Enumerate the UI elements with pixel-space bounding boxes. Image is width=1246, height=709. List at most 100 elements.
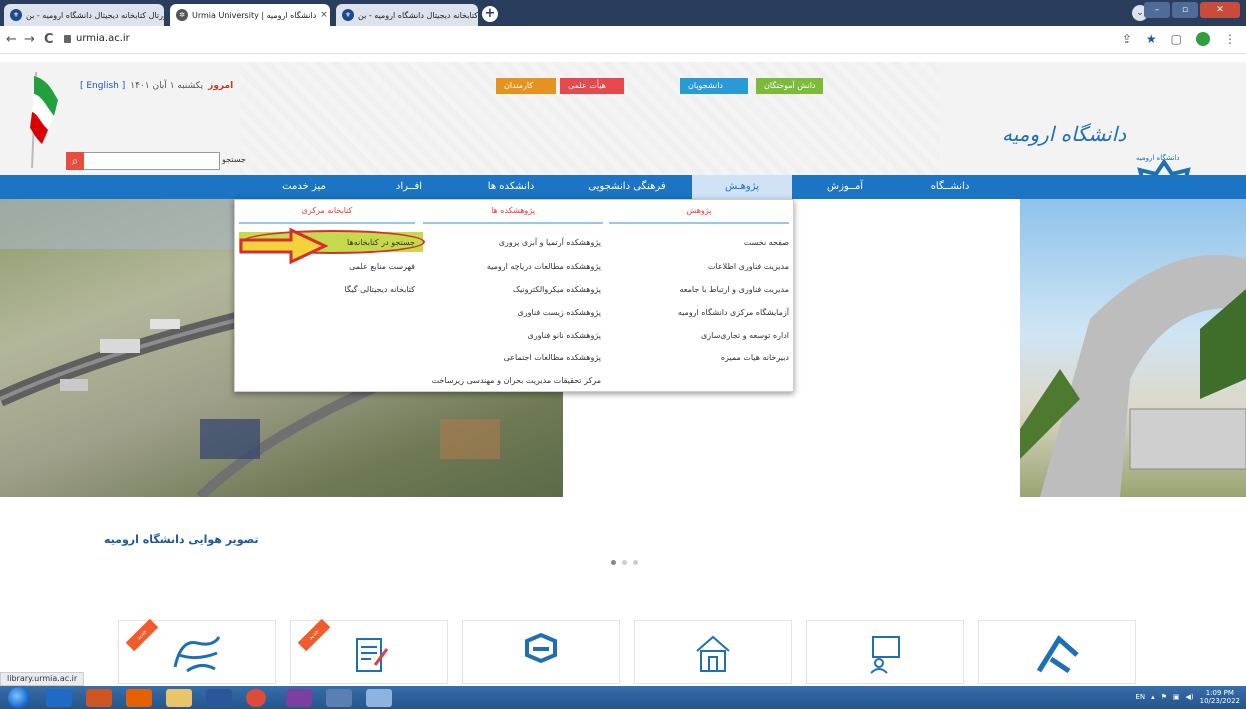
top-link-students[interactable]: دانشجویان — [680, 78, 748, 94]
library-search-link[interactable]: جستجو در کتابخانه‌ها — [347, 238, 415, 247]
slider-dot[interactable] — [611, 560, 616, 565]
firefox-icon[interactable] — [126, 689, 152, 707]
clock[interactable]: 1:09 PM 10/23/2022 — [1200, 689, 1240, 705]
tab-title: پورتال کتابخانه دیجیتال دانشگاه ارومیه -… — [358, 10, 478, 20]
dropdown-column-research: پژوهش صفحه نخست مدیریت فناوری اطلاعات مد… — [607, 200, 795, 385]
address-bar-row: ← → C urmia.ac.ir ⇪ ★ ▢ ⋮ — [0, 26, 1246, 54]
language-indicator[interactable]: EN — [1135, 693, 1145, 701]
search-input[interactable] — [66, 152, 220, 170]
dropdown-item[interactable]: کتابخانه دیجیتالی گیگا — [345, 285, 416, 294]
photoshop-icon[interactable] — [286, 689, 312, 707]
nav-research[interactable]: پژوهـش — [692, 175, 792, 199]
chrome-icon[interactable] — [246, 689, 266, 707]
research-dropdown-menu: پژوهش صفحه نخست مدیریت فناوری اطلاعات مد… — [234, 199, 794, 392]
service-card[interactable] — [978, 620, 1136, 684]
url-field[interactable]: urmia.ac.ir — [64, 33, 130, 44]
main-nav: دانشــگاه آمــوزش پژوهـش فرهنگی دانشجویی… — [0, 175, 1246, 199]
volume-icon[interactable]: ◀) — [1186, 693, 1194, 701]
nav-university[interactable]: دانشــگاه — [900, 175, 1000, 199]
dropdown-item[interactable]: آزمایشگاه مرکزی دانشگاه ارومیه — [678, 308, 789, 317]
lock-icon — [64, 34, 71, 43]
nav-faculties[interactable]: دانشکده ها — [466, 175, 556, 199]
service-card[interactable] — [634, 620, 792, 684]
urmia-university-logo-icon[interactable] — [1128, 160, 1200, 175]
dropdown-item[interactable]: مدیریت فناوری و ارتباط با جامعه — [680, 285, 790, 294]
tab-title: پورتال کتابخانه دیجیتال دانشگاه ارومیه -… — [26, 10, 164, 20]
dropdown-item[interactable]: پژوهشکده زیست فناوری — [518, 308, 602, 317]
menu-kebab-icon[interactable]: ⋮ — [1224, 32, 1236, 46]
tray-arrow-icon[interactable]: ▴ — [1151, 693, 1155, 701]
close-window-icon[interactable]: ✕ — [1200, 2, 1240, 18]
nav-people[interactable]: افــراد — [364, 175, 454, 199]
dropdown-item[interactable]: پژوهشکده مطالعات اجتماعی — [504, 353, 601, 362]
university-gate-image — [1020, 199, 1246, 497]
profile-avatar[interactable] — [1196, 32, 1210, 46]
dropdown-item[interactable]: مرکز تحقیقات مدیریت بحران و مهندسی زیرسا… — [432, 376, 601, 385]
flag-icon[interactable]: ⚑ — [1161, 693, 1167, 701]
word-icon[interactable] — [206, 689, 232, 707]
dropdown-item[interactable]: صفحه نخست — [744, 238, 789, 247]
tab-title: Urmia University | دانشگاه ارومیه — [192, 10, 317, 20]
site-header: امروز یکشنبه ۱ آبان ۱۴۰۱ [ English ] دان… — [0, 62, 1246, 175]
internet-explorer-icon[interactable] — [46, 689, 72, 707]
network-icon[interactable]: ▣ — [1173, 693, 1180, 701]
browser-tab-strip: ⚜ پورتال کتابخانه دیجیتال دانشگاه ارومیه… — [0, 0, 1246, 26]
column-title[interactable]: پژوهشکده ها — [423, 206, 603, 224]
media-player-icon[interactable] — [86, 689, 112, 707]
nav-student-culture[interactable]: فرهنگی دانشجویی — [570, 175, 684, 199]
windows-start-icon[interactable] — [8, 687, 30, 709]
url-text: urmia.ac.ir — [76, 33, 130, 44]
browser-tab-1[interactable]: ⚜ پورتال کتابخانه دیجیتال دانشگاه ارومیه… — [4, 4, 164, 26]
top-link-staff[interactable]: کارمندان — [496, 78, 556, 94]
share-icon[interactable]: ⇪ — [1122, 32, 1132, 46]
slider-dot[interactable] — [622, 560, 627, 565]
slide-caption: تصویر هوایی دانشگاه ارومیه — [104, 533, 259, 546]
service-card[interactable]: جدید — [290, 618, 448, 684]
browser-tab-2[interactable]: ✲ Urmia University | دانشگاه ارومیه × — [170, 4, 330, 26]
dropdown-item[interactable]: اداره توسعه و تجاری‌سازی — [701, 331, 789, 340]
dropdown-item[interactable]: پژوهشکده میکروالکترونیک — [513, 285, 601, 294]
today-date: امروز یکشنبه ۱ آبان ۱۴۰۱ [ English ] — [80, 81, 233, 91]
new-badge: جدید — [125, 618, 159, 652]
dropdown-item[interactable]: پژوهشکده مطالعات دریاچه ارومیه — [487, 262, 601, 271]
dropdown-item[interactable]: دبیرخانه هیات ممیزه — [721, 353, 789, 362]
maximize-icon[interactable]: ▫ — [1172, 2, 1198, 18]
browser-tab-3[interactable]: ⚜ پورتال کتابخانه دیجیتال دانشگاه ارومیه… — [336, 4, 478, 26]
minimize-icon[interactable]: – — [1144, 2, 1170, 18]
reload-icon[interactable]: C — [44, 32, 54, 47]
slider-dot[interactable] — [633, 560, 638, 565]
back-icon[interactable]: ← — [6, 32, 17, 47]
paint-icon[interactable] — [326, 689, 352, 707]
window-controls: – ▫ ✕ — [1144, 2, 1240, 20]
clock-date: 10/23/2022 — [1199, 697, 1240, 705]
nav-service-desk[interactable]: میز خدمت — [254, 175, 354, 199]
search-icon[interactable]: ⌕ — [66, 152, 84, 170]
service-card[interactable]: جدید — [118, 618, 276, 684]
nav-education[interactable]: آمــوزش — [800, 175, 890, 199]
top-link-faculty[interactable]: هیأت علمی — [560, 78, 624, 94]
forward-icon[interactable]: → — [24, 32, 35, 47]
research-calligraphy-icon — [173, 636, 221, 673]
service-card[interactable] — [806, 620, 964, 684]
file-explorer-icon[interactable] — [166, 689, 192, 707]
bookmark-star-icon[interactable]: ★ — [1146, 32, 1157, 46]
sidepanel-icon[interactable]: ▢ — [1171, 32, 1182, 46]
new-tab-button[interactable]: + — [482, 6, 498, 22]
dropdown-item[interactable]: پژوهشکده آرتمیا و آبزی پروری — [499, 238, 601, 247]
tab-close-icon[interactable]: × — [320, 10, 328, 20]
status-url: library.urmia.ac.ir — [0, 672, 85, 686]
remote-desktop-icon[interactable] — [366, 689, 392, 707]
windows-taskbar: EN ▴ ⚑ ▣ ◀) 1:09 PM 10/23/2022 — [0, 686, 1246, 709]
dropdown-item[interactable]: فهرست منابع علمی — [349, 262, 415, 271]
column-title[interactable]: کتابخانه مرکزی — [239, 206, 415, 224]
logo-subtext: دانشگاه ارومیه — [1136, 154, 1180, 162]
dormitory-house-icon — [696, 635, 730, 672]
dropdown-item[interactable]: پژوهشکده نانو فناوری — [528, 331, 601, 340]
service-card[interactable] — [462, 620, 620, 684]
new-badge: جدید — [297, 618, 331, 652]
top-link-alumni[interactable]: دانش آموختگان — [756, 78, 824, 94]
dropdown-item[interactable]: مدیریت فناوری اطلاعات — [708, 262, 789, 271]
english-link[interactable]: [ English ] — [80, 81, 125, 91]
column-title[interactable]: پژوهش — [609, 206, 789, 224]
dideh-logo-icon — [525, 632, 557, 664]
